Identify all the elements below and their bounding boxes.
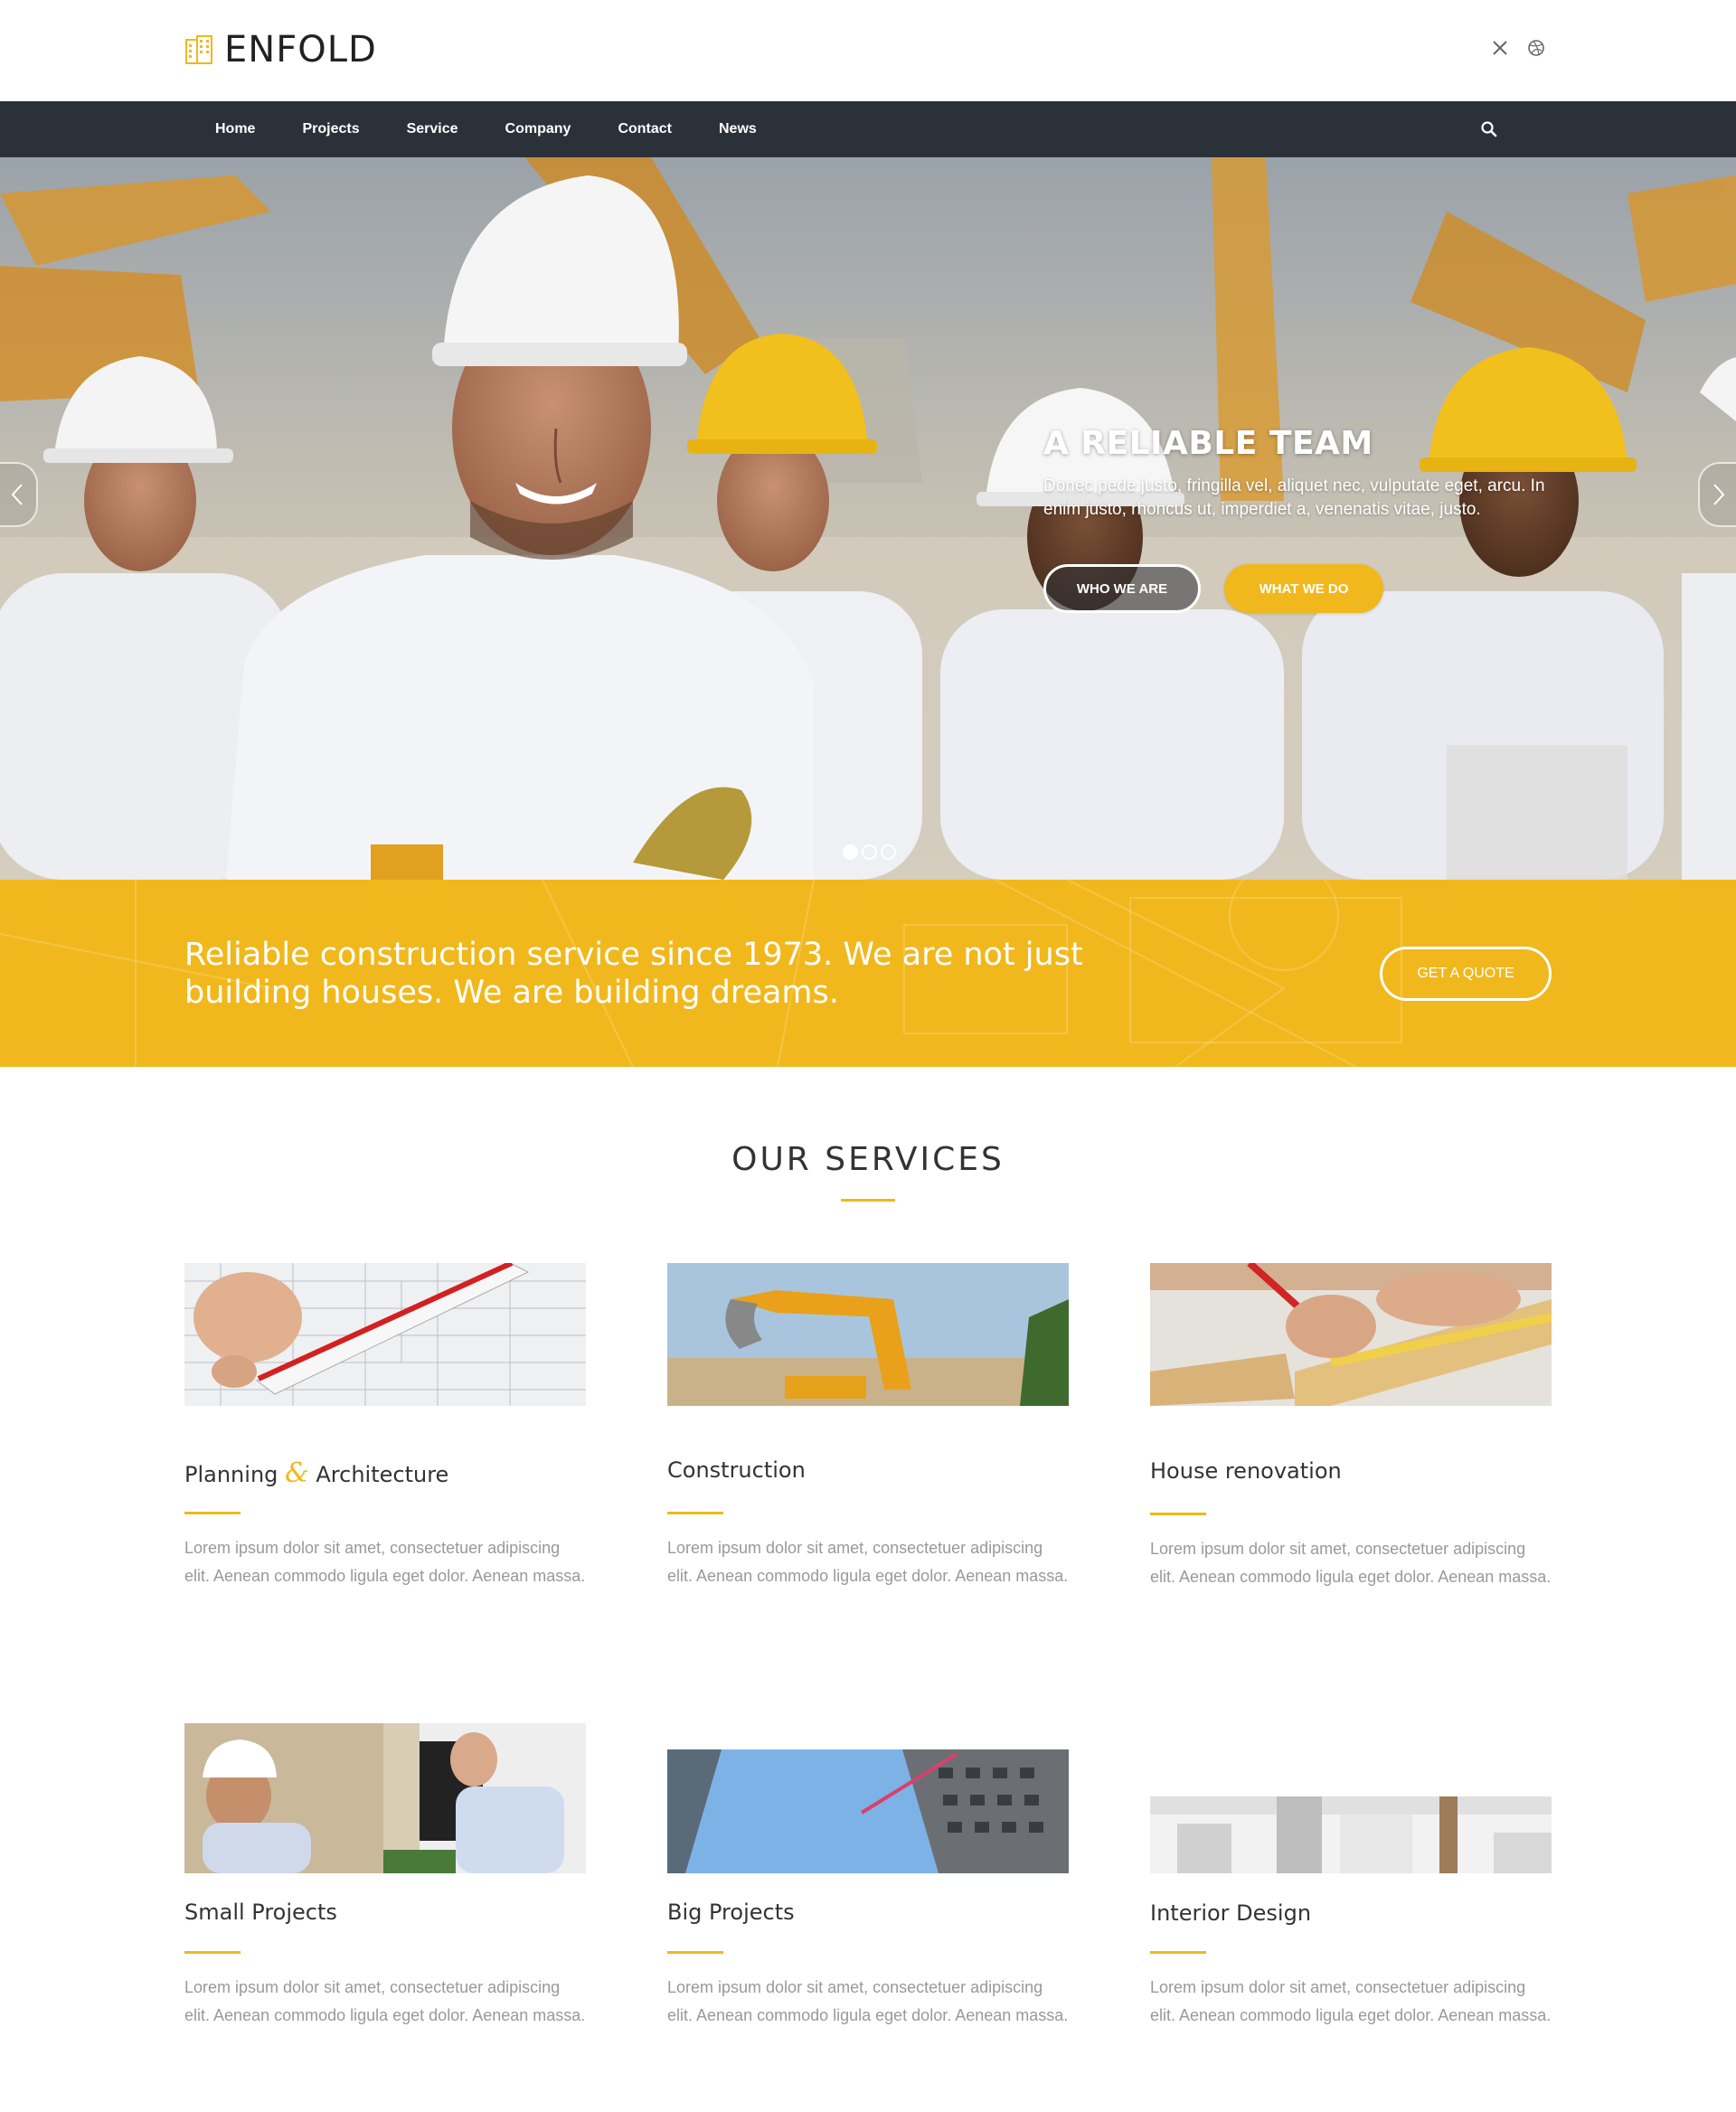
slider-dot-3[interactable]	[881, 844, 896, 860]
main-nav: Home Projects Service Company Contact Ne…	[0, 101, 1736, 157]
service-underline	[667, 1951, 723, 1954]
service-name-big-projects: Big Projects	[667, 1900, 795, 1925]
service-card-big-projects: Big Projects Lorem ipsum dolor sit amet,…	[667, 1723, 1069, 2103]
service-desc: Lorem ipsum dolor sit amet, consectetuer…	[184, 1978, 586, 2024]
chevron-left-icon	[11, 484, 23, 505]
nav-menu: Home Projects Service Company Contact Ne…	[184, 101, 780, 157]
service-name-small-projects: Small Projects	[184, 1900, 337, 1925]
service-name-part: Architecture	[308, 1462, 449, 1487]
get-a-quote-button[interactable]: GET A QUOTE	[1380, 947, 1552, 1001]
services-heading: OUR SERVICES	[731, 1141, 1005, 1178]
who-we-are-button[interactable]: WHO WE ARE	[1043, 564, 1201, 613]
logo-text: ENFOLD	[224, 29, 377, 71]
promo-text: Reliable construction service since 1973…	[184, 937, 1083, 1011]
service-name-part: Planning	[184, 1462, 286, 1487]
building-logo-icon	[185, 35, 212, 64]
service-name-planning: Planning & Architecture	[184, 1457, 448, 1489]
nav-item-news[interactable]: News	[695, 101, 780, 157]
hero-buttons: WHO WE ARE WHAT WE DO	[1043, 564, 1383, 613]
big-projects-image[interactable]	[667, 1749, 1069, 1873]
nav-item-contact[interactable]: Contact	[594, 101, 695, 157]
services-heading-underline	[841, 1199, 895, 1202]
slider-pagination	[843, 844, 896, 860]
nav-item-service[interactable]: Service	[383, 101, 482, 157]
site-header: ENFOLD	[0, 0, 1736, 101]
service-name-renovation: House renovation	[1150, 1458, 1342, 1484]
service-underline	[184, 1951, 241, 1954]
site-logo[interactable]: ENFOLD	[184, 27, 377, 72]
service-card-small-projects: Small Projects Lorem ipsum dolor sit ame…	[184, 1723, 586, 2103]
social-links	[1490, 38, 1546, 58]
service-underline	[667, 1512, 723, 1514]
nav-item-home[interactable]: Home	[184, 101, 278, 157]
hero-title: A RELIABLE TEAM	[1043, 425, 1373, 462]
chevron-right-icon	[1713, 484, 1725, 505]
slider-next-button[interactable]	[1698, 462, 1736, 527]
interior-design-image[interactable]	[1150, 1796, 1552, 1873]
service-desc: Lorem ipsum dolor sit amet, consectetuer…	[184, 1539, 586, 1585]
service-card-planning: Planning & Architecture Lorem ipsum dolo…	[184, 1263, 586, 1643]
service-underline	[184, 1512, 241, 1514]
slider-prev-button[interactable]	[0, 462, 38, 527]
service-card-interior-design: Interior Design Lorem ipsum dolor sit am…	[1150, 1723, 1552, 2103]
slider-dot-1[interactable]	[843, 844, 858, 860]
service-desc: Lorem ipsum dolor sit amet, consectetuer…	[667, 1539, 1069, 1585]
hero-slider: A RELIABLE TEAM Donec pede justo, fringi…	[0, 157, 1736, 880]
service-card-renovation: House renovation Lorem ipsum dolor sit a…	[1150, 1263, 1552, 1643]
service-name-construction: Construction	[667, 1457, 806, 1483]
service-underline	[1150, 1951, 1206, 1954]
dribbble-icon[interactable]	[1526, 38, 1546, 58]
service-card-construction: Construction Lorem ipsum dolor sit amet,…	[667, 1263, 1069, 1643]
service-desc: Lorem ipsum dolor sit amet, consectetuer…	[1150, 1978, 1552, 2024]
nav-item-company[interactable]: Company	[482, 101, 595, 157]
search-icon[interactable]	[1479, 119, 1499, 139]
ampersand: &	[285, 1457, 309, 1489]
nav-item-projects[interactable]: Projects	[278, 101, 382, 157]
renovation-image[interactable]	[1150, 1263, 1552, 1406]
promo-band: Reliable construction service since 1973…	[0, 880, 1736, 1067]
service-name-interior-design: Interior Design	[1150, 1900, 1312, 1926]
what-we-do-button[interactable]: WHAT WE DO	[1224, 564, 1383, 613]
service-underline	[1150, 1513, 1206, 1515]
small-projects-image[interactable]	[184, 1723, 586, 1873]
hero-caption: A RELIABLE TEAM Donec pede justo, fringi…	[1043, 425, 1577, 522]
service-desc: Lorem ipsum dolor sit amet, consectetuer…	[667, 1978, 1069, 2024]
service-desc: Lorem ipsum dolor sit amet, consectetuer…	[1150, 1540, 1552, 1586]
construction-image[interactable]	[667, 1263, 1069, 1406]
x-twitter-icon[interactable]	[1490, 38, 1510, 58]
hero-description: Donec pede justo, fringilla vel, aliquet…	[1043, 476, 1545, 519]
planning-image[interactable]	[184, 1263, 586, 1406]
slider-dot-2[interactable]	[862, 844, 877, 860]
